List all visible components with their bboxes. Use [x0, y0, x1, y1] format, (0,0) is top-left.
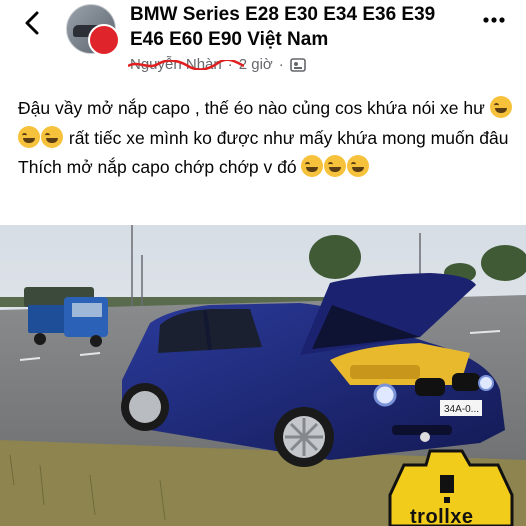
laughing-emoji-icon — [18, 125, 40, 148]
laughing-emoji-icon — [347, 155, 370, 177]
post-photo[interactable]: 34A-0... trollxe — [0, 225, 526, 526]
group-title[interactable]: BMW Series E28 E30 E34 E36 E39 E46 E60 E… — [130, 2, 450, 52]
laughing-emoji-icon — [301, 155, 324, 177]
car-photo-illustration: 34A-0... — [0, 225, 526, 526]
more-horizontal-icon[interactable] — [482, 10, 506, 30]
post-meta: Nguyễn Nhàn · 2 giờ · — [128, 56, 306, 73]
meta-separator-2: · — [278, 56, 284, 73]
license-plate: 34A-0... — [444, 404, 479, 415]
chevron-left-icon[interactable] — [18, 8, 48, 38]
laughing-emoji-icon — [41, 125, 63, 148]
laughing-emoji-icon — [324, 155, 347, 177]
laughing-emoji-icon — [489, 96, 512, 118]
watermark-text: trollxe — [410, 506, 474, 526]
post-paragraph-2: Thích mở nắp capo chớp chớp v đó — [18, 153, 513, 183]
author-avatar[interactable] — [88, 24, 120, 56]
post-header: BMW Series E28 E30 E34 E36 E39 E46 E60 E… — [0, 0, 526, 86]
post-paragraph-1: Đậu vầy mở nắp capo , thế éo nào củng co… — [18, 94, 513, 153]
redaction-scribble — [128, 60, 244, 70]
group-audience-icon — [289, 57, 306, 72]
post-text: Đậu vầy mở nắp capo , thế éo nào củng co… — [18, 94, 513, 183]
author-name[interactable]: Nguyễn Nhàn — [128, 56, 244, 73]
